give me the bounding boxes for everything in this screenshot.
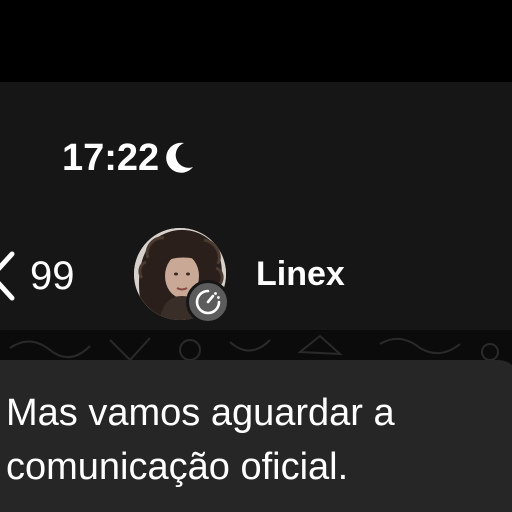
unread-count: 99	[30, 254, 75, 298]
status-bar: 17:22	[62, 128, 195, 188]
status-time: 17:22	[62, 137, 160, 179]
message-line: comunicação oficial.	[6, 446, 349, 488]
moon-icon	[166, 142, 194, 173]
contact-name[interactable]: Linex	[256, 257, 345, 291]
message-line: Mas vamos aguardar a	[6, 392, 395, 434]
back-button[interactable]: 99	[0, 248, 96, 304]
top-bezel	[0, 0, 512, 82]
disappearing-timer-icon	[186, 280, 230, 324]
chevron-left-icon	[0, 251, 15, 301]
chat-screen: 17:22 99 Linex Mas vamos aguardar a comu…	[0, 0, 512, 512]
message-text: Mas vamos aguardar a comunicação oficial…	[6, 386, 512, 494]
timer-icon	[195, 289, 221, 315]
